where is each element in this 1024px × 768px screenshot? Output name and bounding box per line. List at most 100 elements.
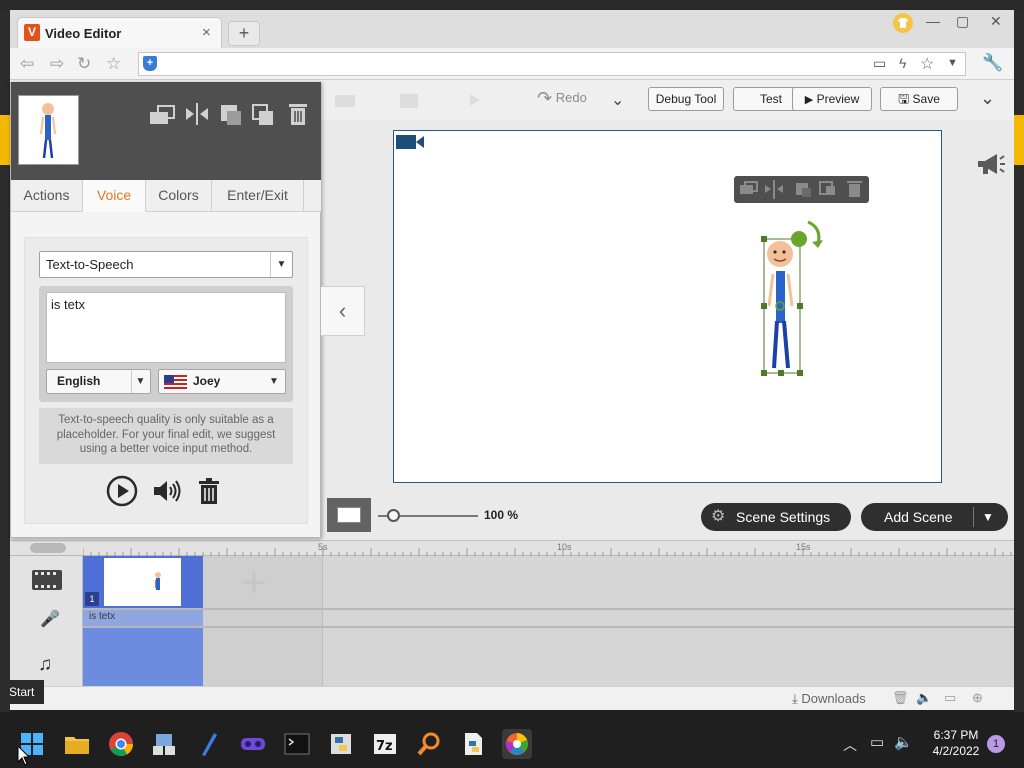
tab-colors[interactable]: Colors [146,180,212,212]
notification-badge[interactable]: 1 [987,735,1005,753]
zoom-slider-knob[interactable] [387,509,400,522]
reload-icon[interactable]: ↻ [77,54,91,74]
scene-clip-thumbnail [104,558,181,606]
add-scene-plus-icon[interactable]: + [241,561,267,605]
terminal-icon[interactable] [282,729,312,759]
tab-enter-exit[interactable]: Enter/Exit [212,180,304,212]
sound-status-icon[interactable]: 🔈 [916,690,932,706]
chevron-down-icon: ▼ [269,376,279,387]
address-dropdown-icon[interactable]: ▼ [947,57,958,69]
redo-icon: ↷ [537,88,553,108]
tab-close-icon[interactable]: × [202,24,211,41]
scene-settings-button[interactable]: ⚙ Scene Settings [701,503,851,531]
desktop-right-edge [1014,10,1024,712]
download-icon: ⤓ [792,691,798,706]
test-button[interactable]: Test [733,87,797,111]
back-icon[interactable]: ⇦ [20,54,34,74]
bookmark-icon[interactable]: ☆ [106,54,121,74]
debug-tool-button[interactable]: Debug Tool [648,87,724,111]
tab-voice[interactable]: Voice [83,180,146,212]
voice-name-value: Joey [193,374,221,388]
speaker-icon[interactable] [152,478,182,504]
us-flag-icon [164,375,187,389]
7zip-icon[interactable]: 7z [370,729,400,759]
copy-icon[interactable] [251,103,275,127]
voice-method-select[interactable]: Text-to-Speech ▼ [39,251,293,278]
camera-icon[interactable] [396,134,426,150]
delete-character-icon[interactable] [288,102,308,126]
minimize-icon[interactable]: — [926,13,940,29]
trash-status-icon[interactable]: 🗑 [892,690,909,706]
search-tool-icon[interactable] [414,729,444,759]
close-window-icon[interactable]: ✕ [990,13,1002,30]
add-scene-dropdown-icon[interactable]: ▼ [982,503,994,531]
pen-app-icon[interactable] [194,729,224,759]
app-favicon-icon: V [24,24,40,41]
history-chevron-down-icon[interactable]: ⌄ [611,90,624,110]
bring-forward-icon[interactable] [148,104,178,126]
toolbar-collapse-chevron-icon[interactable]: ⌄ [980,88,995,109]
file-explorer-icon[interactable] [62,729,92,759]
star-icon[interactable]: ☆ [920,54,934,74]
theme-icon[interactable] [892,12,914,34]
send-backward-icon[interactable] [219,103,243,127]
tts-text-input[interactable] [46,292,286,363]
browser-tab-bar: V Video Editor × + — ▢ ✕ [10,10,1014,48]
redo-button[interactable]: ↷ Redo [537,88,587,109]
timeline-zoom-handle[interactable] [30,543,66,553]
taskbar-clock[interactable]: 6:37 PM 4/2/2022 [920,727,992,759]
new-tab-button[interactable]: + [228,21,260,46]
save-button[interactable]: 🖫 Save [880,87,958,111]
language-value: English [57,374,101,388]
scene-thumbnail-button[interactable] [327,498,371,532]
scene-number: 1 [85,592,99,606]
selected-character[interactable] [760,216,826,380]
character-toolbar [734,176,869,203]
screen-icon[interactable]: ▭ [873,55,886,72]
scene-clip[interactable]: 1 [83,556,203,608]
music-track-clip[interactable] [83,628,203,686]
address-bar[interactable]: + ▭ ϟ ☆ ▼ [138,52,966,76]
tab-title: Video Editor [45,26,122,41]
language-select[interactable]: English ▼ [46,369,151,394]
downloads-label: Downloads [801,691,866,706]
window-controls: — ▢ ✕ [880,10,1014,40]
video-editor-active-icon[interactable] [502,729,532,759]
network-app-icon[interactable] [150,729,180,759]
microphone-icon: 🎤 [40,611,60,628]
flash-icon[interactable]: ϟ [899,55,906,71]
screen-status-icon[interactable]: ▭ [944,690,956,706]
tab-actions[interactable]: Actions [11,180,83,212]
python-file-icon[interactable] [458,729,488,759]
zoom-status-icon[interactable]: ⊕ [972,690,983,706]
chrome-icon[interactable] [106,729,136,759]
python-icon[interactable] [326,729,356,759]
timeline-track-icons: 🎤 ♫ [10,556,83,686]
timeline-ruler[interactable]: 5s 10s 15s [10,540,1014,556]
clock-time: 6:37 PM [933,728,979,742]
delete-voice-icon[interactable] [198,478,220,505]
play-voice-button[interactable] [106,475,138,507]
play-icon: ▶ [804,94,814,106]
megaphone-icon[interactable] [975,152,1005,178]
collapse-panel-chevron-left-icon[interactable]: ‹ [321,286,365,336]
ruler-tick-label: 5s [318,542,328,552]
network-tray-icon[interactable]: ▭ [870,733,884,751]
voice-select[interactable]: Joey ▼ [158,369,286,394]
volume-tray-icon[interactable]: 🔈 [894,733,913,751]
voice-clip-text: is tetx [89,611,116,622]
tools-wrench-icon[interactable]: 🔧 [982,53,1003,73]
flip-horizontal-icon[interactable] [184,102,210,126]
downloads-button[interactable]: ⤓ Downloads [792,691,866,707]
tray-chevron-up-icon[interactable]: ︿ [843,735,857,755]
forward-icon[interactable]: ⇨ [50,54,64,74]
browser-tab[interactable]: V Video Editor × [17,17,222,48]
add-scene-button[interactable]: Add Scene ▼ [861,503,1008,531]
maximize-icon[interactable]: ▢ [956,13,969,30]
preview-button[interactable]: ▶ Preview [792,87,872,111]
voice-clip[interactable]: is tetx [83,610,203,626]
ruler-tick-label: 10s [557,542,572,552]
chevron-down-icon: ▼ [270,252,292,277]
vr-headset-icon[interactable] [238,729,268,759]
disabled-toolbar-icons [330,90,530,110]
